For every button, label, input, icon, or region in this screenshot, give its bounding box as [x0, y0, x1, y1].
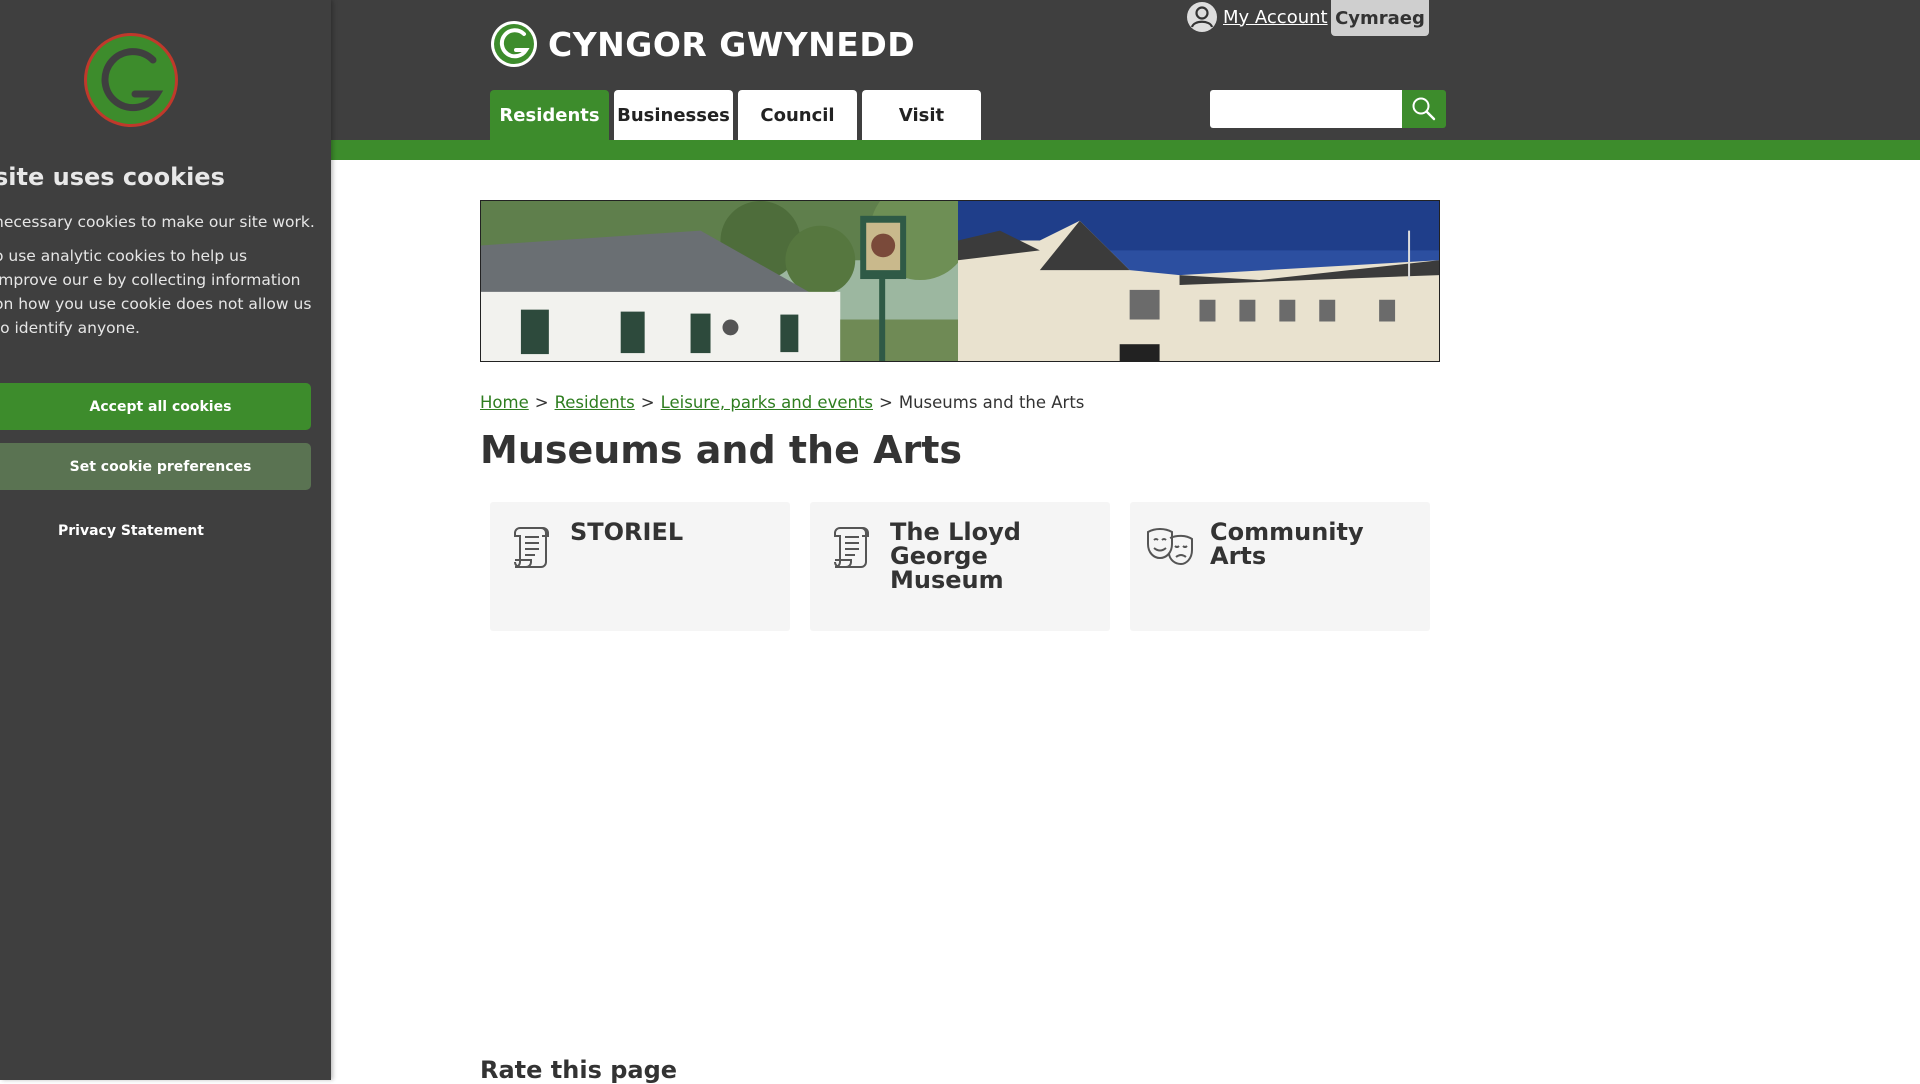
site-name: CYNGOR GWYNEDD — [548, 24, 916, 64]
search-input[interactable] — [1210, 90, 1402, 128]
banner-photo — [481, 201, 1439, 361]
card-lloyd-george-museum[interactable]: The Lloyd George Museum — [810, 502, 1110, 631]
breadcrumb: Home > Residents > Leisure, parks and events… — [480, 393, 1084, 412]
cookie-preferences-button[interactable]: Set cookie preferences — [0, 443, 311, 490]
tab-visit[interactable]: Visit — [862, 90, 981, 140]
breadcrumb-link-leisure[interactable]: Leisure, parks and events — [661, 393, 873, 412]
main-nav: Residents Businesses Council Visit — [490, 90, 986, 140]
breadcrumb-link-home[interactable]: Home — [480, 393, 529, 412]
search-icon — [1412, 97, 1436, 121]
my-account-link[interactable]: My Account — [1223, 7, 1328, 28]
privacy-statement-link[interactable]: Privacy Statement — [0, 523, 262, 539]
site-logo[interactable]: CYNGOR GWYNEDD — [490, 20, 915, 68]
scroll-icon — [834, 527, 869, 568]
accept-cookies-button[interactable]: Accept all cookies — [0, 383, 311, 430]
user-icon — [1187, 2, 1217, 32]
gwynedd-logo-icon — [491, 21, 537, 67]
card-title: The Lloyd George Museum — [890, 518, 1021, 594]
breadcrumb-separator: > — [879, 393, 893, 412]
hero-banner-image — [480, 200, 1440, 362]
breadcrumb-current: Museums and the Arts — [898, 393, 1085, 412]
scroll-icon — [514, 527, 549, 568]
cookie-title: site uses cookies — [0, 163, 225, 191]
search-button[interactable] — [1402, 90, 1446, 128]
breadcrumb-separator: > — [534, 393, 549, 412]
breadcrumb-separator: > — [640, 393, 655, 412]
card-title: Community Arts — [1210, 518, 1364, 570]
card-community-arts[interactable]: Community Arts — [1130, 502, 1430, 631]
gwynedd-logo-icon — [84, 33, 178, 127]
search-form — [1210, 90, 1446, 128]
breadcrumb-link-residents[interactable]: Residents — [555, 393, 635, 412]
cookie-necessary-text: necessary cookies to make our site work. — [0, 213, 315, 231]
tab-businesses[interactable]: Businesses — [614, 90, 733, 140]
card-storiel[interactable]: STORIEL — [490, 502, 790, 631]
cookie-consent-panel: site uses cookies necessary cookies to m… — [0, 0, 331, 1080]
tab-council[interactable]: Council — [738, 90, 857, 140]
my-account[interactable]: My Account — [1186, 1, 1328, 33]
language-toggle-button[interactable]: Cymraeg — [1331, 0, 1429, 36]
card-title: STORIEL — [570, 518, 684, 546]
tab-residents[interactable]: Residents — [490, 90, 609, 140]
theatre-masks-icon — [1147, 528, 1193, 566]
cookie-analytics-text: o use analytic cookies to help us improv… — [0, 247, 312, 337]
page-title: Museums and the Arts — [480, 428, 963, 472]
